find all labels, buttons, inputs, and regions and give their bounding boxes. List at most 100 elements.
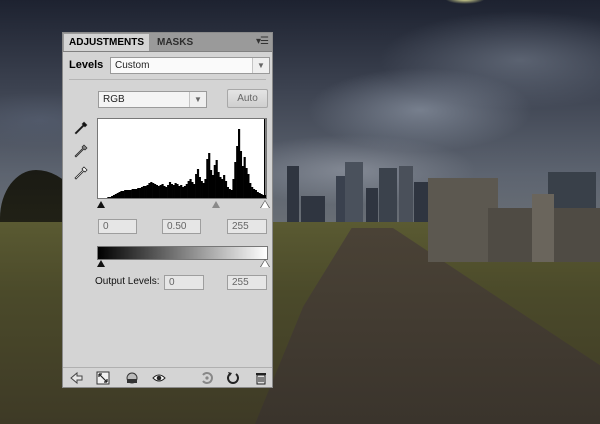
gray-point-eyedropper-icon[interactable] <box>74 144 88 160</box>
histogram-bar <box>183 186 187 198</box>
tab-adjustments[interactable]: ADJUSTMENTS <box>64 34 150 51</box>
histogram-bar <box>215 160 218 198</box>
histogram-bar <box>112 195 116 198</box>
histogram-bar <box>245 168 248 198</box>
black-point-eyedropper-icon[interactable] <box>74 121 88 137</box>
histogram-bar <box>208 153 211 198</box>
output-levels-label: Output Levels: <box>95 276 160 287</box>
histogram-bar <box>124 190 127 198</box>
return-arrow-icon[interactable] <box>69 371 83 385</box>
histogram-bar <box>185 184 188 198</box>
histogram-bar <box>210 170 213 198</box>
visibility-eye-icon[interactable] <box>152 371 166 385</box>
histogram-bar <box>146 185 149 198</box>
preset-value: Custom <box>115 60 150 71</box>
chevron-down-icon: ▼ <box>252 58 269 73</box>
white-output-handle[interactable] <box>261 260 269 267</box>
histogram-bar <box>142 186 145 198</box>
histogram-bar <box>109 197 112 198</box>
histogram-bar <box>163 186 166 198</box>
histogram-bar <box>224 181 228 198</box>
histogram-bar <box>202 183 205 198</box>
histogram-bar <box>264 119 266 198</box>
histogram-bar <box>196 169 200 198</box>
chevron-down-icon: ▼ <box>189 92 206 107</box>
histogram-bar <box>135 189 138 198</box>
auto-button[interactable]: Auto <box>227 89 268 108</box>
histogram-bar <box>154 184 157 198</box>
histogram-bar <box>219 177 222 198</box>
histogram-bar <box>168 182 172 198</box>
histogram-bar <box>232 179 235 198</box>
gamma-input-handle[interactable] <box>212 201 220 208</box>
histogram-bar <box>116 193 119 198</box>
histogram-bar <box>243 157 246 198</box>
histogram-bar <box>258 193 261 198</box>
histogram-bar <box>133 189 136 198</box>
panel-menu-icon[interactable]: ▾☰ <box>256 36 269 47</box>
histogram-bar <box>170 184 173 198</box>
histogram-bar <box>223 175 226 198</box>
reset-icon[interactable] <box>226 371 240 385</box>
histogram-bar <box>150 182 153 198</box>
histogram-bar <box>252 189 256 198</box>
histogram-bar <box>144 186 147 198</box>
input-levels-slider <box>97 200 270 210</box>
histogram-bar <box>238 129 241 198</box>
histogram-bar <box>206 159 209 198</box>
histogram-bar <box>111 196 114 198</box>
histogram <box>97 118 267 199</box>
ruined-fort <box>428 168 600 262</box>
view-previous-icon[interactable] <box>200 371 214 385</box>
white-point-eyedropper-icon[interactable] <box>74 166 88 182</box>
histogram-bar <box>176 184 179 198</box>
input-gamma-field[interactable]: 0.50 <box>162 219 201 234</box>
histogram-bar <box>234 162 237 198</box>
tab-masks[interactable]: MASKS <box>152 34 198 51</box>
histogram-bar <box>122 191 125 198</box>
histogram-bar <box>174 183 177 198</box>
histogram-bar <box>127 190 131 198</box>
histogram-bar <box>161 184 164 198</box>
histogram-bar <box>178 186 181 198</box>
histogram-bar <box>198 177 201 198</box>
black-output-handle[interactable] <box>97 260 105 267</box>
histogram-bar <box>131 189 134 198</box>
histogram-bar <box>172 185 175 198</box>
histogram-bar <box>217 172 220 198</box>
histogram-bar <box>260 194 263 198</box>
histogram-bar <box>254 190 257 198</box>
histogram-bar <box>251 187 254 198</box>
adjustment-title: Levels <box>69 59 104 71</box>
histogram-bar <box>247 174 250 198</box>
histogram-bar <box>195 174 198 198</box>
histogram-bar <box>213 165 216 198</box>
histogram-bar <box>148 183 151 198</box>
histogram-bar <box>239 151 243 198</box>
histogram-bar <box>159 185 162 198</box>
expanded-view-icon[interactable] <box>96 371 110 385</box>
histogram-bar <box>155 185 159 198</box>
delete-icon[interactable] <box>254 371 268 385</box>
histogram-bar <box>120 191 123 198</box>
histogram-bar <box>193 184 196 198</box>
histogram-bar <box>200 181 203 198</box>
histogram-bar <box>165 187 168 198</box>
black-input-handle[interactable] <box>97 201 105 208</box>
output-levels-slider <box>97 259 270 270</box>
histogram-graph <box>107 119 266 198</box>
channel-dropdown[interactable]: RGB ▼ <box>98 91 207 108</box>
white-input-handle[interactable] <box>261 201 269 208</box>
input-black-field[interactable]: 0 <box>98 219 137 234</box>
histogram-bar <box>167 185 170 198</box>
input-white-field[interactable]: 255 <box>227 219 267 234</box>
output-black-field[interactable]: 0 <box>164 275 204 290</box>
channel-value: RGB <box>103 94 125 105</box>
histogram-bar <box>230 190 233 198</box>
panel-bottom-toolbar <box>63 367 272 388</box>
histogram-bar <box>191 182 194 198</box>
output-white-field[interactable]: 255 <box>227 275 267 290</box>
clip-to-layer-icon[interactable] <box>125 371 139 385</box>
preset-dropdown[interactable]: Custom ▼ <box>110 57 270 74</box>
histogram-bar <box>107 197 110 198</box>
